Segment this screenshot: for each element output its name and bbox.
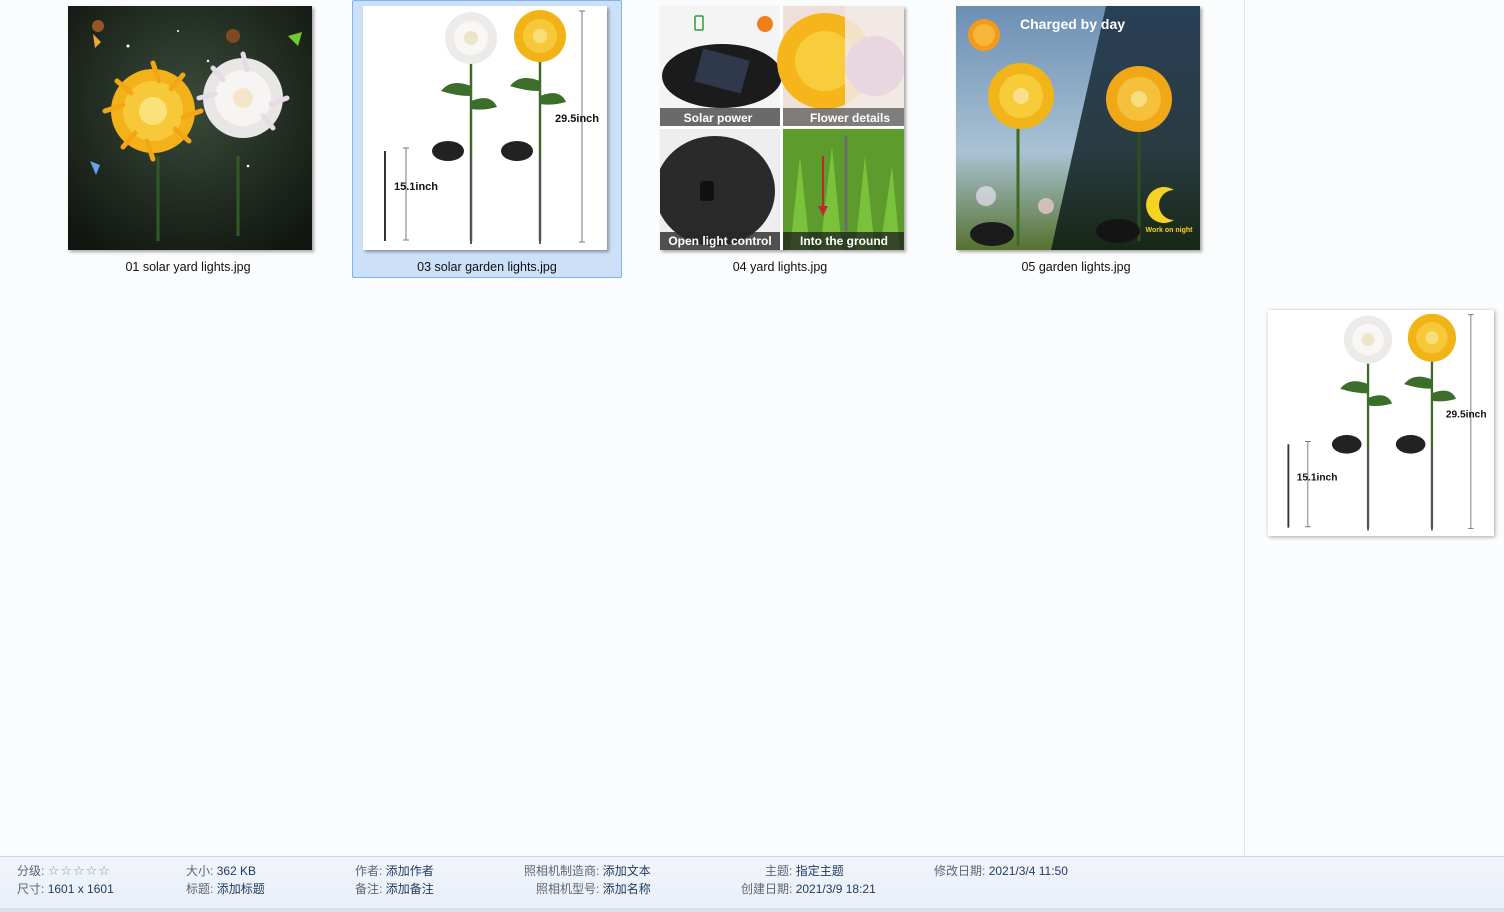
date-created-label: 创建日期: — [741, 882, 793, 896]
thumbnail-image: Solar power Flower details Open light co… — [660, 6, 904, 250]
date-modified-label: 修改日期: — [934, 864, 986, 878]
rating-label: 分级: — [17, 864, 45, 878]
size-property: 大小: 362 KB — [186, 864, 256, 878]
file-name-label: 04 yard lights.jpg — [732, 260, 828, 274]
measure-label-short: 15.1inch — [394, 181, 438, 193]
measure-label-long: 29.5inch — [1446, 409, 1487, 420]
subject-value[interactable]: 指定主题 — [796, 864, 844, 878]
title-property: 标题: 添加标题 — [186, 882, 265, 896]
rating-stars-icon[interactable]: ☆☆☆☆☆ — [48, 864, 111, 878]
comments-value[interactable]: 添加备注 — [386, 882, 434, 896]
headline-text: Charged by day — [1020, 16, 1125, 32]
comments-property: 备注: 添加备注 — [355, 882, 434, 896]
window-bottom-border — [0, 908, 1504, 912]
comments-label: 备注: — [355, 882, 383, 896]
panel-label: Solar power — [684, 111, 753, 125]
file-name-label: 03 solar garden lights.jpg — [417, 260, 557, 274]
rating-property: 分级: ☆☆☆☆☆ — [17, 864, 111, 879]
file-tile[interactable]: 01 solar yard lights.jpg — [53, 0, 323, 278]
file-tile-selected[interactable]: 15.1inch 29.5inch 03 solar garden lights… — [352, 0, 622, 278]
subject-property: 主题: 指定主题 — [765, 864, 844, 878]
camera-maker-property: 照相机制造商: 添加文本 — [524, 864, 651, 878]
preview-image: 15.1inch 29.5inch — [1268, 310, 1494, 536]
title-label: 标题: — [186, 882, 214, 896]
file-name-label: 01 solar yard lights.jpg — [125, 260, 251, 274]
night-label: Work on night — [1146, 227, 1194, 234]
file-name-label: 05 garden lights.jpg — [1021, 260, 1131, 274]
measure-label-short: 15.1inch — [1297, 472, 1338, 483]
author-label: 作者: — [355, 864, 383, 878]
file-tile[interactable]: Charged by day Work on night 05 garden l… — [941, 0, 1211, 278]
camera-model-value[interactable]: 添加名称 — [603, 882, 651, 896]
size-label: 大小: — [186, 864, 214, 878]
panel-label: Into the ground — [800, 234, 888, 248]
measure-label-long: 29.5inch — [555, 113, 599, 125]
dimensions-label: 尺寸: — [17, 882, 45, 896]
thumbnail-image: Charged by day Work on night — [956, 6, 1200, 250]
file-list-pane: 01 solar yard lights.jpg 15.1inch 29.5in… — [0, 0, 1244, 856]
camera-model-property: 照相机型号: 添加名称 — [536, 882, 651, 896]
panel-label: Open light control — [668, 234, 771, 248]
thumbnail-image: 15.1inch 29.5inch — [363, 6, 607, 250]
details-pane: 分级: ☆☆☆☆☆ 尺寸: 1601 x 1601 大小: 362 KB 标题:… — [0, 856, 1504, 912]
date-modified-value[interactable]: 2021/3/4 11:50 — [989, 864, 1068, 878]
camera-maker-label: 照相机制造商: — [524, 864, 600, 878]
camera-maker-value[interactable]: 添加文本 — [603, 864, 651, 878]
thumbnail-image — [68, 6, 312, 250]
author-property: 作者: 添加作者 — [355, 864, 434, 878]
panel-label: Flower details — [810, 111, 890, 125]
preview-pane: 15.1inch 29.5inch — [1245, 0, 1504, 856]
dimensions-property: 尺寸: 1601 x 1601 — [17, 882, 114, 896]
camera-model-label: 照相机型号: — [536, 882, 600, 896]
title-value[interactable]: 添加标题 — [217, 882, 265, 896]
dimensions-value: 1601 x 1601 — [47, 882, 114, 896]
date-created-property: 创建日期: 2021/3/9 18:21 — [741, 882, 876, 896]
date-created-value[interactable]: 2021/3/9 18:21 — [796, 882, 876, 896]
date-modified-property: 修改日期: 2021/3/4 11:50 — [934, 864, 1068, 878]
file-tile[interactable]: Solar power Flower details Open light co… — [645, 0, 915, 278]
subject-label: 主题: — [765, 864, 793, 878]
author-value[interactable]: 添加作者 — [386, 864, 434, 878]
size-value: 362 KB — [216, 864, 257, 878]
